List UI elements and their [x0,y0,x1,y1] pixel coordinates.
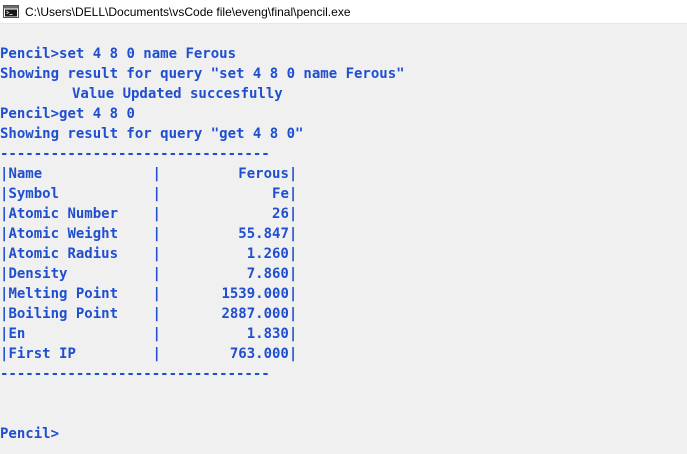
property-value: 26 [272,206,289,222]
property-value: Fe [272,186,289,202]
table-row: |En | 1.830| [0,324,687,344]
table-border: | [288,346,298,362]
property-name: Atomic Radius [8,246,119,262]
table-border: | [152,306,161,322]
query-result-line: Showing result for query "set 4 8 0 name… [0,66,405,82]
command-line-set: Pencil>set 4 8 0 name Ferous [0,44,687,64]
table-border: | [152,266,161,282]
table-border: | [288,266,298,282]
property-value: Ferous [238,166,289,182]
table-border: | [288,306,298,322]
table-border: | [152,246,161,262]
command-line-get: Pencil>get 4 8 0 [0,104,687,124]
table-border: | [152,326,161,342]
table-border: | [0,326,9,342]
table-border: | [0,286,9,302]
title-bar[interactable]: C:\Users\DELL\Documents\vsCode file\even… [0,0,687,24]
command-text: get 4 8 0 [59,106,135,122]
property-value: 2887.000 [221,306,289,322]
table-border: | [288,246,298,262]
table-border: | [288,206,298,222]
property-value: 7.860 [246,266,289,282]
table-border: | [0,246,9,262]
table-border: | [288,226,298,242]
prompt: Pencil> [0,46,60,62]
command-text: set 4 8 0 name Ferous [59,46,237,62]
table-row: |First IP | 763.000| [0,344,687,364]
table-row: |Atomic Radius | 1.260| [0,244,687,264]
table-border: | [152,346,161,362]
table-border: | [152,206,161,222]
property-value: 1.260 [246,246,289,262]
property-value: 55.847 [238,226,289,242]
console-window: C:\Users\DELL\Documents\vsCode file\even… [0,0,687,454]
property-name: Atomic Number [8,206,119,222]
table-row: |Atomic Weight | 55.847| [0,224,687,244]
property-name: Boiling Point [8,306,119,322]
table-row: |Melting Point | 1539.000| [0,284,687,304]
table-border: | [288,326,298,342]
prompt: Pencil> [0,426,60,442]
table-row: |Name | Ferous| [0,164,687,184]
table-border: | [0,226,9,242]
table-border: | [0,186,9,202]
element-properties-table: |Name | Ferous| |Symbol | Fe| |Atomic Number | 2… [0,164,687,364]
property-name: Atomic Weight [8,226,119,242]
table-border: | [0,166,9,182]
current-prompt-line[interactable]: Pencil> [0,424,687,444]
table-border: | [288,286,298,302]
property-value: 763.000 [229,346,289,362]
property-value: 1.830 [246,326,289,342]
table-row: |Atomic Number | 26| [0,204,687,224]
property-name: Name [8,166,43,182]
table-border: | [288,186,298,202]
table-border: | [0,306,9,322]
table-border: | [0,206,9,222]
table-separator-bottom: -------------------------------- [0,366,270,382]
status-message: Value Updated succesfully [72,86,283,102]
table-row: |Symbol | Fe| [0,184,687,204]
table-border: | [0,346,9,362]
property-name: Density [8,266,68,282]
table-border: | [0,266,9,282]
table-border: | [288,166,298,182]
property-name: Melting Point [8,286,119,302]
table-border: | [152,166,161,182]
property-name: En [8,326,26,342]
table-row: |Density | 7.860| [0,264,687,284]
table-row: |Boiling Point | 2887.000| [0,304,687,324]
table-separator-top: -------------------------------- [0,146,270,162]
property-name: First IP [8,346,76,362]
console-app-icon [3,5,19,18]
window-title: C:\Users\DELL\Documents\vsCode file\even… [25,4,351,19]
property-value: 1539.000 [221,286,289,302]
console-output[interactable]: Pencil>set 4 8 0 name Ferous Showing res… [0,44,687,454]
table-border: | [152,226,161,242]
table-border: | [152,286,161,302]
prompt: Pencil> [0,106,60,122]
property-name: Symbol [8,186,60,202]
table-border: | [152,186,161,202]
query-result-line: Showing result for query "get 4 8 0" [0,126,304,142]
